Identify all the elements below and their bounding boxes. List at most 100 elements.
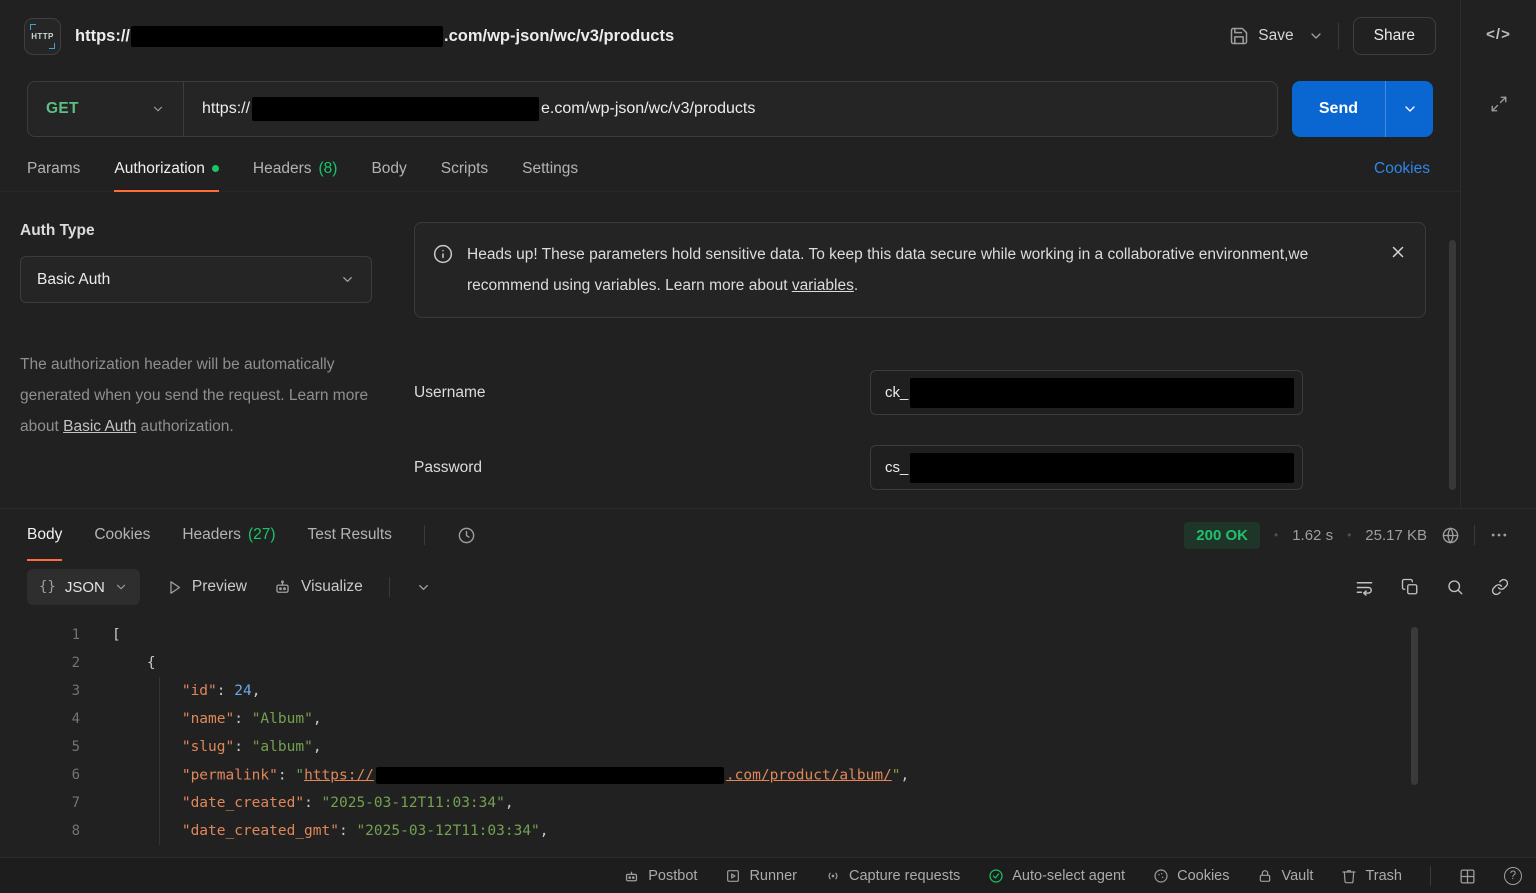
- meta-separator: •: [1347, 528, 1351, 542]
- code-line: 6 "permalink": "https://.com/product/alb…: [0, 761, 1536, 789]
- save-response-icon[interactable]: [1441, 526, 1460, 545]
- variables-link[interactable]: variables: [792, 277, 854, 294]
- close-icon[interactable]: [1389, 243, 1407, 261]
- panel-layout-icon[interactable]: [1459, 868, 1476, 885]
- code-token: [112, 795, 182, 811]
- response-tabs-divider: [424, 525, 425, 545]
- save-options-chevron-icon[interactable]: [1308, 28, 1324, 44]
- status-badge[interactable]: 200 OK: [1184, 522, 1260, 549]
- postbot-button[interactable]: Postbot: [623, 868, 697, 885]
- redaction-box: [252, 97, 539, 121]
- save-button[interactable]: Save: [1229, 26, 1293, 46]
- chevron-down-icon: [114, 580, 128, 594]
- request-panel: HTTP https:// .com/wp-json/wc/v3/product…: [0, 0, 1536, 508]
- more-options-icon[interactable]: [1489, 525, 1509, 545]
- password-row: Password cs_: [414, 445, 1426, 490]
- right-sidebar: </>: [1460, 0, 1536, 508]
- code-token: "permalink": [182, 767, 278, 783]
- username-label: Username: [414, 384, 870, 402]
- banner-text-tail: .: [854, 277, 858, 294]
- permalink-link[interactable]: .com/product/album/: [726, 767, 892, 783]
- code-token: :: [234, 711, 251, 727]
- code-token: ,: [540, 823, 549, 839]
- scrollbar[interactable]: [1411, 627, 1418, 785]
- line-number: 8: [0, 823, 80, 839]
- method-select[interactable]: GET: [28, 82, 184, 136]
- tab-label: Params: [27, 160, 80, 178]
- trash-button[interactable]: Trash: [1341, 868, 1402, 884]
- tab-label: Body: [371, 160, 406, 178]
- tab-response-cookies[interactable]: Cookies: [94, 509, 150, 561]
- url-input[interactable]: https:// e.com/wp-json/wc/v3/products: [184, 97, 1277, 121]
- code-token: "id": [182, 683, 217, 699]
- trash-icon: [1341, 868, 1357, 884]
- tab-count: (8): [318, 160, 337, 178]
- auth-type-value: Basic Auth: [37, 271, 110, 289]
- tab-label: Body: [27, 526, 62, 544]
- line-content: "name": "Album",: [112, 711, 322, 727]
- tab-params[interactable]: Params: [27, 146, 80, 191]
- visualize-button[interactable]: Visualize: [273, 578, 363, 597]
- code-token: [112, 711, 182, 727]
- code-token: "2025-03-12T11:03:34": [356, 823, 539, 839]
- permalink-link[interactable]: https://: [304, 767, 374, 783]
- scrollbar[interactable]: [1449, 240, 1456, 490]
- tab-scripts[interactable]: Scripts: [441, 146, 488, 191]
- auto-select-agent-button[interactable]: Auto-select agent: [988, 868, 1125, 884]
- preview-label: Preview: [192, 578, 247, 596]
- line-content: "date_created_gmt": "2025-03-12T11:03:34…: [112, 823, 549, 839]
- redaction-box: [376, 767, 724, 784]
- save-icon: [1229, 26, 1249, 46]
- request-main-column: HTTP https:// .com/wp-json/wc/v3/product…: [0, 0, 1460, 508]
- response-history-icon[interactable]: [457, 526, 476, 545]
- password-field[interactable]: cs_: [870, 445, 1303, 490]
- lock-icon: [1257, 868, 1273, 884]
- expand-icon[interactable]: [1490, 95, 1508, 113]
- tab-settings[interactable]: Settings: [522, 146, 578, 191]
- cookies-button[interactable]: Cookies: [1153, 868, 1229, 884]
- format-select[interactable]: {} JSON: [27, 569, 140, 605]
- save-button-label: Save: [1258, 27, 1293, 45]
- cookies-link[interactable]: Cookies: [1374, 160, 1430, 178]
- code-token: :: [234, 739, 251, 755]
- http-request-icon[interactable]: HTTP: [24, 18, 61, 55]
- toolbar-divider: [389, 577, 390, 597]
- link-icon[interactable]: [1491, 578, 1509, 596]
- send-button[interactable]: Send: [1292, 81, 1385, 137]
- code-line: 3 "id": 24,: [0, 677, 1536, 705]
- username-field[interactable]: ck_: [870, 370, 1303, 415]
- tab-label: Scripts: [441, 160, 488, 178]
- copy-icon[interactable]: [1401, 578, 1419, 596]
- tab-body[interactable]: Body: [371, 146, 406, 191]
- meta-separator: •: [1274, 528, 1278, 542]
- tab-authorization[interactable]: Authorization: [114, 146, 218, 191]
- basic-auth-link[interactable]: Basic Auth: [63, 418, 136, 435]
- search-icon[interactable]: [1446, 578, 1464, 596]
- authorization-section: Auth Type Basic Auth The authorization h…: [0, 192, 1460, 508]
- tab-response-body[interactable]: Body: [27, 509, 62, 561]
- tab-response-headers[interactable]: Headers (27): [182, 509, 275, 561]
- status-bar: Postbot Runner Capture requests Auto-sel…: [0, 857, 1536, 893]
- auth-type-select[interactable]: Basic Auth: [20, 256, 372, 303]
- code-line: 8 "date_created_gmt": "2025-03-12T11:03:…: [0, 817, 1536, 845]
- response-body-viewer[interactable]: 1[2 {3 "id": 24,4 "name": "Album",5 "slu…: [0, 613, 1536, 857]
- tab-test-results[interactable]: Test Results: [308, 509, 392, 561]
- wrap-text-icon[interactable]: [1355, 578, 1374, 597]
- line-number: 7: [0, 795, 80, 811]
- code-token: "date_created_gmt": [182, 823, 339, 839]
- tab-headers[interactable]: Headers (8): [253, 146, 338, 191]
- code-token: :: [217, 683, 234, 699]
- username-value: ck_: [885, 384, 908, 401]
- request-url-row: GET https:// e.com/wp-json/wc/v3/product…: [0, 72, 1460, 146]
- capture-requests-button[interactable]: Capture requests: [825, 868, 960, 884]
- send-options-button[interactable]: [1385, 81, 1433, 137]
- chevron-down-icon[interactable]: [416, 580, 431, 595]
- help-icon[interactable]: ?: [1504, 867, 1522, 885]
- share-button[interactable]: Share: [1353, 17, 1436, 55]
- runner-button[interactable]: Runner: [725, 868, 797, 884]
- preview-button[interactable]: Preview: [166, 578, 247, 596]
- line-number: 3: [0, 683, 80, 699]
- code-snippet-icon[interactable]: </>: [1486, 26, 1511, 43]
- redaction-box: [131, 26, 443, 47]
- vault-button[interactable]: Vault: [1257, 868, 1313, 884]
